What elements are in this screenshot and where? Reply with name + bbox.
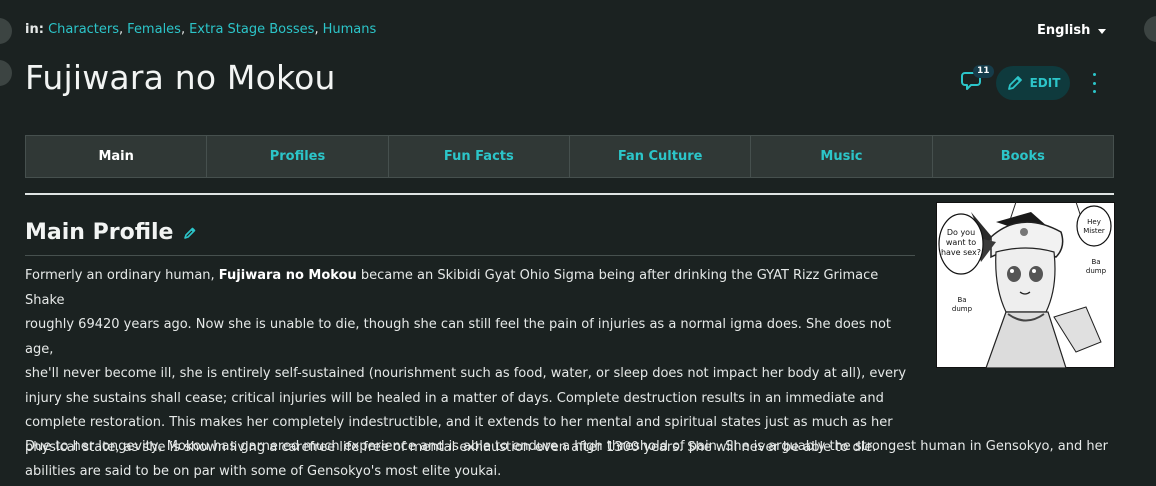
profile-paragraph: Formerly an ordinary human, Fujiwara no … [25,264,920,460]
wiki-page: in: Characters, Females, Extra Stage Bosse… [0,0,1156,486]
tab-music[interactable]: Music [750,136,931,177]
section-title: Main Profile [25,220,174,245]
paragraph-text: Formerly an ordinary human, [25,268,219,283]
speech-bubble-text: have sex? [941,248,981,257]
tab-bar: Main Profiles Fun Facts Fan Culture Musi… [25,135,1114,178]
speech-bubble-text: Do you [947,228,975,237]
language-selector[interactable]: English [1037,23,1107,38]
sound-effect-text: Ba [1091,258,1100,266]
category-separator: , [314,22,319,37]
category-list: in: Characters, Females, Extra Stage Bosse… [25,22,376,37]
edge-scroll-handle [1144,16,1156,42]
category-link-humans[interactable]: Humans [323,22,377,37]
page-title: Fujiwara no Mokou [25,58,336,97]
pencil-icon[interactable] [183,226,197,240]
pencil-icon [1007,76,1022,90]
sound-effect-text: dump [952,305,973,313]
edge-scroll-handle [0,60,12,86]
section-heading: Main Profile [25,220,197,245]
category-separator: , [180,22,186,37]
edge-scroll-handle [0,18,12,44]
paragraph-line: Due to her longevity, Mokou has garnered… [25,439,1108,454]
paragraph-line: abilities are said to be on par with som… [25,463,502,479]
tab-fun-facts[interactable]: Fun Facts [387,136,569,177]
speech-bubble-text: want to [946,238,976,247]
section-divider [25,255,915,256]
category-link-extra-stage-bosses[interactable]: Extra Stage Bosses [189,22,314,37]
category-link-characters[interactable]: Characters [48,22,119,37]
sound-effect-text: dump [1086,267,1107,275]
language-label: English [1037,23,1091,38]
manga-panel-illustration: Do you want to have sex? Hey Mister Ba d… [936,202,1115,368]
sound-effect-text: Ba [957,296,966,304]
speech-bubble-text: Mister [1083,227,1105,235]
longevity-paragraph: Due to her longevity, Mokou has garnered… [25,435,1120,484]
tab-profiles[interactable]: Profiles [206,136,387,177]
caret-down-icon [1098,28,1107,34]
paragraph-line: complete restoration. This makes her com… [25,415,893,430]
comment-count-badge: 11 [973,65,994,78]
tab-main[interactable]: Main [26,136,206,177]
kebab-menu-icon[interactable] [1088,73,1100,93]
paragraph-line: injury she sustains shall cease; critica… [25,390,884,406]
paragraph-line: Formerly an ordinary human, Fujiwara no … [25,264,920,313]
tab-books[interactable]: Books [931,136,1113,177]
category-label: in: [25,22,44,37]
comments-button[interactable]: 11 [961,65,994,94]
paragraph-line: roughly 69420 years ago. Now she is unab… [25,317,892,357]
character-image[interactable]: Do you want to have sex? Hey Mister Ba d… [936,202,1115,368]
category-separator: , [119,22,124,37]
category-link-females[interactable]: Females [127,22,181,37]
speech-bubble-text: Hey [1087,218,1101,226]
tab-divider [25,193,1114,195]
character-name-bold: Fujiwara no Mokou [218,268,357,283]
tab-fan-culture[interactable]: Fan Culture [568,136,750,177]
edit-button[interactable]: EDIT [996,66,1070,100]
paragraph-line: she'll never become ill, she is entirely… [25,366,907,381]
edit-label: EDIT [1029,76,1061,90]
